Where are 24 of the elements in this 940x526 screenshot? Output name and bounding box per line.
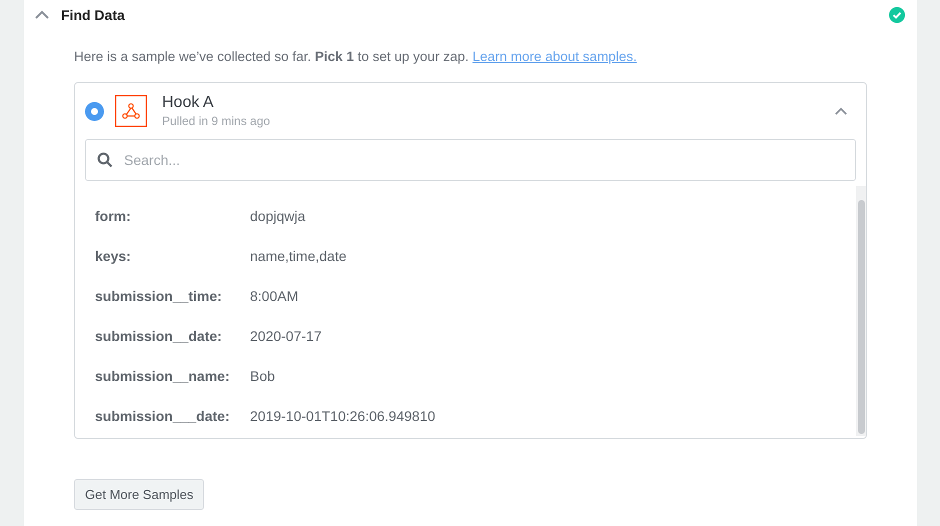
get-more-samples-button[interactable]: Get More Samples xyxy=(74,479,204,510)
field-key: submission___date: xyxy=(95,406,250,426)
field-value: name,time,date xyxy=(250,246,346,266)
field-value: 8:00AM xyxy=(250,286,298,306)
chevron-icon[interactable] xyxy=(34,10,50,20)
sample-subtitle: Pulled in 9 mins ago xyxy=(162,113,270,129)
field-value: 2020-07-17 xyxy=(250,326,322,346)
field-key: keys: xyxy=(95,246,250,266)
radio-button[interactable] xyxy=(85,102,104,120)
field-value: Bob xyxy=(250,366,275,386)
field-key: submission__time: xyxy=(95,286,250,306)
scrollbar-thumb[interactable] xyxy=(858,200,864,434)
field-key: submission__date: xyxy=(95,326,250,346)
intro-text: Here is a sample we’ve collected so far. Pick 1 to set up your zap. xyxy=(74,49,469,64)
sample-title: Hook A xyxy=(162,93,215,113)
field-key: submission__name: xyxy=(95,366,250,386)
chevron-icon[interactable] xyxy=(834,106,848,116)
field-value: 2019-10-01T10:26:06.949810 xyxy=(250,406,436,426)
section-title: Find Data xyxy=(61,6,125,24)
webhook-icon xyxy=(115,95,147,127)
field-key: form: xyxy=(95,206,250,226)
search-icon xyxy=(97,152,113,168)
search-field[interactable]: Search... xyxy=(85,139,856,181)
field-value: dopjqwja xyxy=(250,206,306,226)
